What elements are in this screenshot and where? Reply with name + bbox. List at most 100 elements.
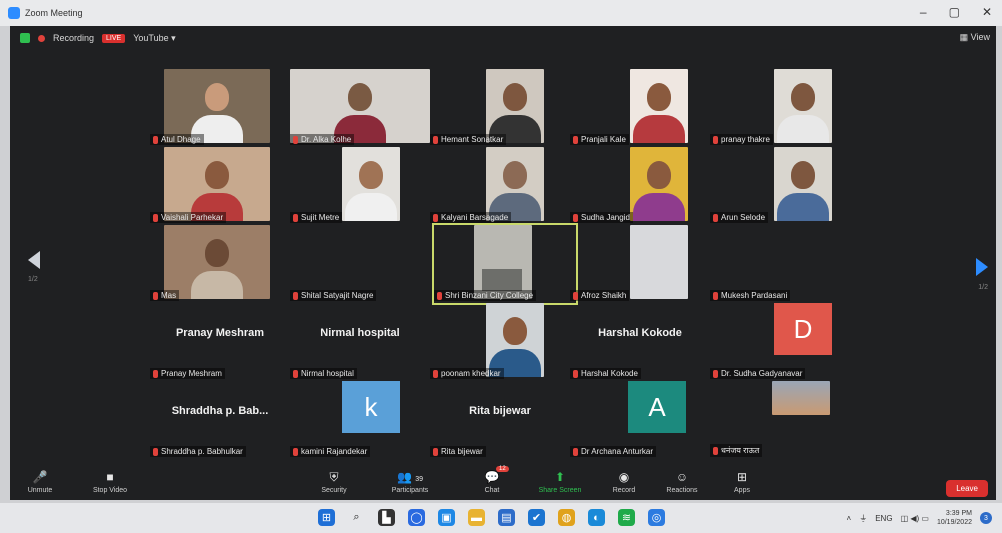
minimize-button[interactable]: – [920,5,927,19]
participant-tile[interactable]: Pranjali Kale [570,69,710,147]
chat-bubble-icon: 💬 [484,470,500,484]
participant-tile[interactable]: poonam khedkar [430,303,570,381]
file-explorer-icon[interactable]: ▬ [468,509,485,526]
title-bar: Zoom Meeting – ▢ ✕ [0,0,1002,26]
store-icon[interactable]: ▤ [498,509,515,526]
close-button[interactable]: ✕ [982,5,992,19]
participant-tile[interactable]: Hemant Sonatkar [430,69,570,147]
participants-icon: 👥 39 [396,470,424,484]
chevron-up-icon[interactable]: ˄ [847,514,852,523]
encryption-shield-icon[interactable] [20,33,30,43]
participant-tile[interactable]: धनंजय राऊत [710,381,850,459]
participant-tile[interactable]: Mas [150,225,290,303]
participant-avatar: A [628,381,686,433]
muted-mic-icon [293,447,298,456]
muted-mic-icon [573,135,578,144]
muted-mic-icon [293,135,298,144]
participant-name-label: Pranjali Kale [570,134,629,145]
edge-browser-icon[interactable]: ◐ [588,509,605,526]
apps-button[interactable]: ⊞ Apps [712,470,772,494]
security-button[interactable]: ⛨ Security [304,470,364,494]
muted-mic-icon [153,213,158,222]
participant-name-label: Harshal Kokode [570,368,641,379]
muted-mic-icon [713,291,718,300]
participant-tile[interactable]: D Dr. Sudha Gadyanavar [710,303,850,381]
reactions-button[interactable]: ☺ Reactions [652,470,712,494]
view-button[interactable]: ▦ View [960,32,990,43]
meet-app-icon[interactable]: ▣ [438,509,455,526]
muted-mic-icon [713,135,718,144]
task-view-icon[interactable]: ▙ [378,509,395,526]
participant-tile[interactable]: k kamini Rajandekar [290,381,430,459]
active-speaker-tile[interactable]: Shri Binzani City College [432,223,578,305]
meeting-window: Recording LIVE YouTube ▾ ▦ View 1/2 1/2 … [10,26,996,500]
participant-display-name: Pranay Meshram [175,327,265,339]
share-screen-button[interactable]: ⬆ Share Screen [530,470,590,494]
system-tray: ˄ ⏚ ENG ◫ ◀) ▭ 3:39 PM 10/19/2022 3 [847,509,992,527]
muted-mic-icon [433,447,438,456]
muted-mic-icon [433,135,438,144]
participant-tile[interactable]: Shital Satyajit Nagre [290,225,430,303]
participant-tile[interactable]: Dr. Alka Kolhe [290,69,430,147]
muted-mic-icon [573,447,578,456]
language-indicator[interactable]: ENG [875,514,892,523]
participant-tile[interactable]: Arun Selode [710,147,850,225]
participant-name-label: Mukesh Pardasani [710,290,791,301]
participant-name-label: Dr. Sudha Gadyanavar [710,368,806,379]
muted-microphone-icon: 🎤 [32,470,48,484]
participant-avatar: k [342,381,400,433]
live-badge: LIVE [102,33,126,43]
participant-display-name: Shraddha p. Bab... [171,405,269,417]
participant-name-label: Atul Dhage [150,134,204,145]
chrome-browser-icon[interactable]: ◍ [558,509,575,526]
participant-grid: Atul Dhage Dr. Alka Kolhe Hemant Sonatka… [150,64,850,457]
leave-button[interactable]: Leave [946,480,988,497]
participant-tile[interactable]: Mukesh Pardasani [710,225,850,303]
participant-name-label: Shri Binzani City College [434,290,537,301]
participant-display-name: Rita bijewar [469,405,531,417]
muted-mic-icon [573,213,578,222]
notification-badge[interactable]: 3 [980,512,992,524]
chat-button[interactable]: 💬 12 Chat [462,466,522,494]
participant-tile[interactable]: Vaishali Parhekar [150,147,290,225]
spotify-app-icon[interactable]: ≋ [618,509,635,526]
chat-unread-badge: 12 [496,466,509,472]
participant-tile[interactable]: Atul Dhage [150,69,290,147]
participant-video [630,69,688,143]
unmute-button[interactable]: 🎤 Unmute [10,470,70,494]
participant-tile[interactable]: pranay thakre [710,69,850,147]
youtube-stream-dropdown[interactable]: YouTube ▾ [133,33,175,44]
search-icon[interactable]: ⌕ [348,509,365,526]
stop-video-button[interactable]: ■ Stop Video [80,470,140,494]
participant-video [774,69,832,143]
zoom-app-icon[interactable]: ◎ [648,509,665,526]
usb-icon[interactable]: ⏚ [859,513,867,524]
start-windows-icon[interactable]: ⊞ [318,509,335,526]
participant-video [164,225,270,299]
participant-tile[interactable]: Nirmal hospital Nirmal hospital [290,303,430,381]
checkmark-app-icon[interactable]: ✔ [528,509,545,526]
chat-app-icon[interactable]: ◯ [408,509,425,526]
record-button[interactable]: ◉ Record [594,470,654,494]
participants-button[interactable]: 👥 39 Participants [380,470,440,494]
participant-tile[interactable]: Rita bijewar Rita bijewar [430,381,570,459]
screen: Zoom Meeting – ▢ ✕ Recording LIVE YouTub… [0,0,1002,533]
clock[interactable]: 3:39 PM 10/19/2022 [937,509,972,527]
participant-name-label: Dr Archana Anturkar [570,446,657,457]
participant-video [630,147,688,221]
participant-tile[interactable]: Sujit Metre [290,147,430,225]
participant-tile[interactable]: A Dr Archana Anturkar [570,381,710,459]
maximize-button[interactable]: ▢ [949,5,960,19]
participant-tile[interactable]: Shraddha p. Bab... Shraddha p. Babhulkar [150,381,290,459]
muted-mic-icon [153,447,158,456]
participant-tile[interactable]: Harshal Kokode Harshal Kokode [570,303,710,381]
previous-page-arrow-icon[interactable] [28,251,40,269]
participant-tile[interactable]: Pranay Meshram Pranay Meshram [150,303,290,381]
muted-mic-icon [293,213,298,222]
participant-tile[interactable]: Afroz Shaikh [570,225,710,303]
participant-tile[interactable]: Sudha Jangid [570,147,710,225]
participant-tile[interactable]: Kalyani Barsagade [430,147,570,225]
next-page-arrow-icon[interactable] [976,258,988,276]
wifi-volume-battery-icon[interactable]: ◫ ◀) ▭ [901,514,929,523]
shield-icon: ⛨ [329,470,339,484]
